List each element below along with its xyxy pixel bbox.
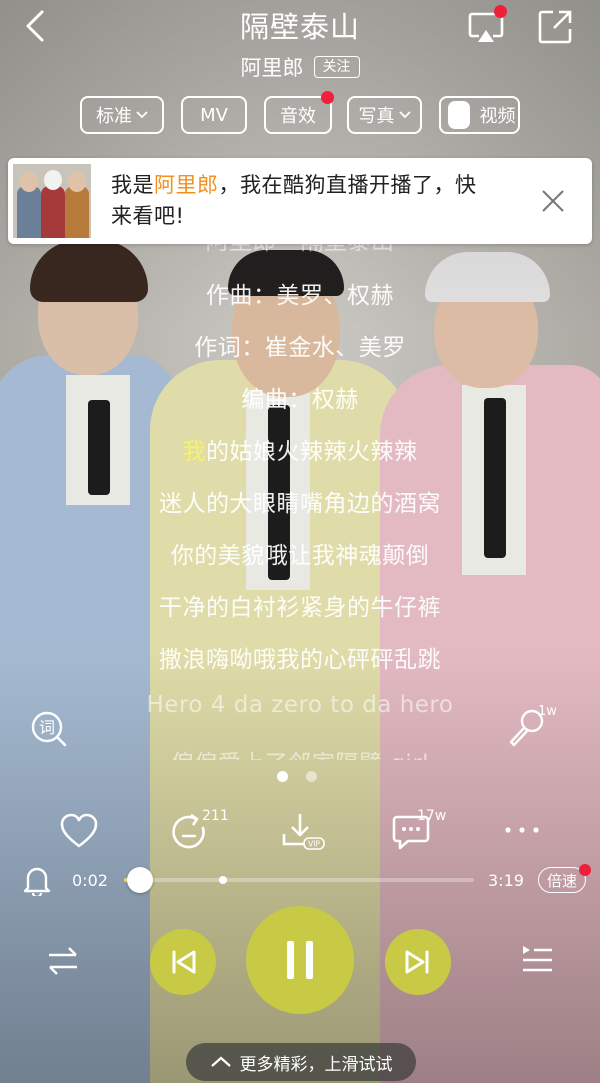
player-header: 隔壁泰山 阿里郎 关注 (0, 0, 600, 90)
share-count: 211 (202, 808, 229, 824)
follow-button[interactable]: 关注 (313, 56, 360, 78)
vip-badge: VIP (308, 840, 320, 849)
current-time: 0:02 (72, 871, 108, 890)
speed-label: 倍速 (546, 871, 577, 890)
comment-count: 17w (417, 808, 447, 824)
cast-notification-dot (494, 5, 507, 18)
song-title: 隔壁泰山 (239, 10, 360, 44)
play-pause-button[interactable] (246, 906, 354, 1014)
previous-track-button[interactable] (150, 929, 216, 995)
artist-name[interactable]: 阿里郎 (241, 52, 304, 82)
next-track-button[interactable] (385, 929, 451, 995)
banner-artist-highlight: 阿里郎 (154, 173, 219, 197)
page-indicator (277, 771, 317, 782)
chevron-up-icon (210, 1056, 231, 1067)
lyric-line: 干净的白衬衫紧身的牛仔裤 (159, 595, 441, 621)
sleep-timer-button[interactable] (22, 864, 52, 899)
banner-text-line2: 来看吧! (111, 204, 185, 228)
thumb-head-1 (20, 172, 38, 192)
more-button[interactable] (502, 820, 542, 860)
lyric-word-icon: 词 (31, 711, 67, 747)
page-dot-active[interactable] (277, 771, 288, 782)
sound-effect-label: 音效 (280, 106, 316, 127)
swipe-up-more-bar[interactable]: 更多精彩，上滑试试 (186, 1043, 416, 1081)
pause-icon (287, 941, 313, 979)
quality-button[interactable]: 标准 (80, 96, 164, 134)
cast-button[interactable] (467, 5, 507, 44)
play-mode-button[interactable] (46, 945, 80, 977)
current-lyric-line: 我的姑娘火辣辣火辣辣 (0, 432, 600, 466)
sound-effect-button[interactable]: 音效 (264, 91, 334, 134)
progress-marker (219, 876, 227, 884)
karaoke-count: 1w (538, 704, 557, 719)
video-toggle-button[interactable]: 视频 (439, 96, 520, 134)
live-stream-notification[interactable]: 我是阿里郎，我在酷狗直播开播了，快 来看吧! (8, 158, 592, 244)
quality-label: 标准 (96, 106, 132, 127)
download-icon: VIP (282, 814, 325, 850)
lyrics-panel[interactable]: 阿里郎 - 隔壁泰山 作曲：美罗、权赫 作词：崔金水、美罗 编曲：权赫 我的姑娘… (0, 220, 600, 760)
banner-text-prefix: 我是 (111, 173, 154, 197)
bell-icon (23, 867, 51, 899)
sequential-play-icon (49, 947, 77, 975)
banner-message: 我是阿里郎，我在酷狗直播开播了，快 来看吧! (91, 170, 540, 232)
comment-button[interactable]: 17w (391, 808, 446, 852)
download-button[interactable]: VIP (280, 812, 326, 852)
page-dot[interactable] (306, 771, 317, 782)
artist-row: 阿里郎 关注 (0, 52, 600, 82)
more-dots-icon (505, 827, 539, 833)
thumb-figure-3 (65, 186, 89, 238)
lyric-line: 你的美貌哦让我神魂颠倒 (170, 543, 430, 569)
player-option-row: 标准 MV 音效 写真 视频 (0, 91, 600, 136)
playback-speed-button[interactable]: 倍速 (538, 864, 591, 893)
thumb-head-3 (68, 172, 86, 192)
lyric-line: 作曲：美罗、权赫 (206, 283, 394, 309)
current-lyric-rest: 的姑娘火辣辣火辣辣 (206, 439, 418, 465)
current-lyric-progress: 我 (182, 439, 206, 465)
sound-effect-notification-dot (321, 91, 334, 104)
close-icon (542, 190, 564, 212)
banner-close-button[interactable] (540, 188, 566, 214)
thumb-head-2 (44, 170, 62, 190)
photo-label: 写真 (358, 106, 395, 127)
progress-thumb[interactable] (126, 867, 153, 893)
skip-next-icon (405, 950, 429, 974)
lyric-options-button[interactable]: 词 (30, 710, 68, 748)
thumb-figure-2 (41, 186, 65, 238)
photo-button[interactable]: 写真 (347, 96, 422, 134)
video-toggle-switch[interactable] (447, 101, 470, 129)
share-song-button[interactable]: 211 (169, 808, 229, 852)
mv-button[interactable]: MV (181, 96, 247, 134)
video-label: 视频 (479, 106, 516, 127)
share-button[interactable] (536, 8, 574, 46)
swipe-up-label: 更多精彩，上滑试试 (239, 1054, 393, 1075)
lyric-line: 编曲：权赫 (241, 387, 359, 413)
speed-notification-dot (579, 864, 591, 876)
mv-label: MV (200, 104, 228, 126)
chevron-down-icon (136, 111, 148, 119)
skip-previous-icon (172, 950, 196, 974)
progress-slider[interactable] (124, 867, 474, 893)
total-time: 3:19 (488, 871, 524, 890)
lyric-line: 撒浪嗨呦哦我的心砰砰乱跳 (159, 647, 441, 673)
banner-thumbnail (13, 164, 91, 238)
lyric-line: 迷人的大眼睛嘴角边的酒窝 (159, 491, 441, 517)
heart-icon (60, 813, 98, 848)
thumb-figure-1 (17, 186, 41, 238)
lyric-word-label: 词 (39, 718, 55, 737)
banner-text-line1: ，我在酷狗直播开播了，快 (218, 173, 477, 197)
share-out-icon (538, 10, 572, 44)
lyric-line: 作词：崔金水、美罗 (194, 335, 406, 361)
playlist-button[interactable] (520, 943, 554, 977)
like-button[interactable] (59, 812, 99, 852)
playlist-icon (523, 946, 552, 972)
chevron-down-icon (398, 111, 411, 119)
